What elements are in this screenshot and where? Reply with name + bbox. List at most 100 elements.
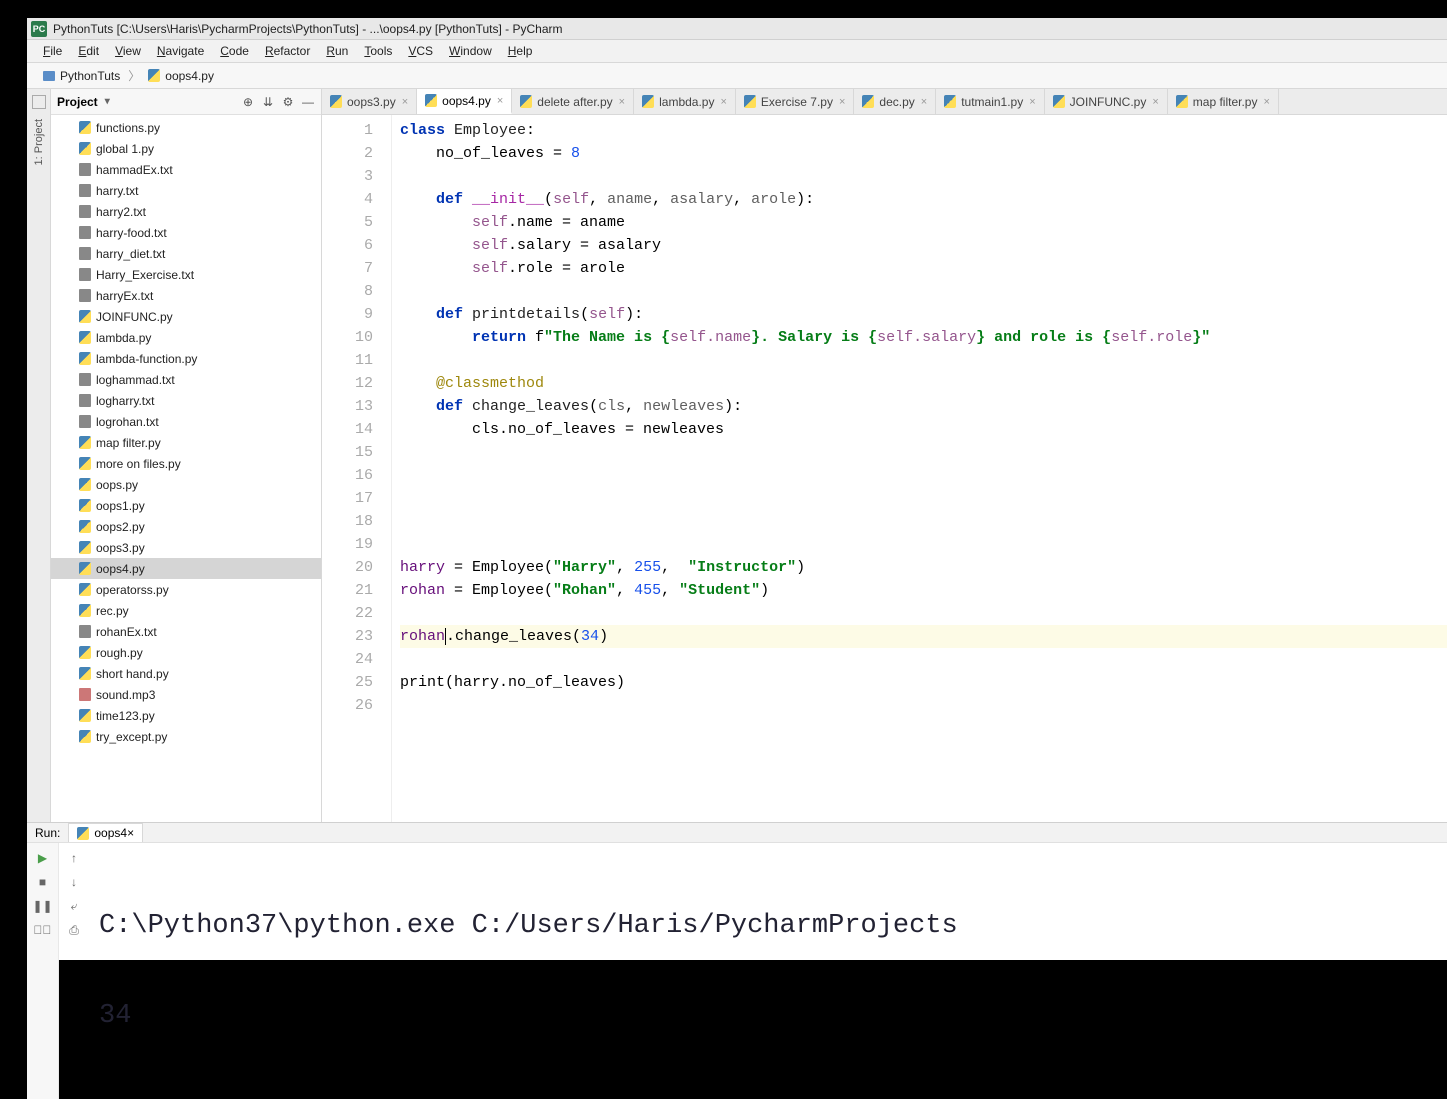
code-line[interactable]: self.role = arole [400, 257, 1447, 280]
tree-item[interactable]: oops3.py [51, 537, 321, 558]
editor-tab[interactable]: lambda.py× [634, 89, 736, 114]
tree-item[interactable]: harry2.txt [51, 201, 321, 222]
code-line[interactable]: harry = Employee("Harry", 255, "Instruct… [400, 556, 1447, 579]
hide-icon[interactable]: — [301, 95, 315, 109]
code-line[interactable]: def change_leaves(cls, newleaves): [400, 395, 1447, 418]
code-line[interactable]: def __init__(self, aname, asalary, arole… [400, 188, 1447, 211]
code-line[interactable] [400, 510, 1447, 533]
menu-navigate[interactable]: Navigate [149, 42, 212, 60]
tree-item[interactable]: lambda.py [51, 327, 321, 348]
code-line[interactable] [400, 533, 1447, 556]
editor-tab[interactable]: delete after.py× [512, 89, 634, 114]
chevron-down-icon[interactable]: ▾ [105, 96, 110, 107]
code-line[interactable]: no_of_leaves = 8 [400, 142, 1447, 165]
breadcrumb-project[interactable]: PythonTuts [37, 67, 126, 85]
collapse-icon[interactable]: ⇊ [261, 95, 275, 109]
stop-button[interactable]: ■ [34, 873, 52, 891]
tree-item[interactable]: functions.py [51, 117, 321, 138]
menu-window[interactable]: Window [441, 42, 500, 60]
close-icon[interactable]: × [839, 96, 845, 108]
menu-tools[interactable]: Tools [356, 42, 400, 60]
menu-vcs[interactable]: VCS [400, 42, 441, 60]
editor-tab[interactable]: JOINFUNC.py× [1045, 89, 1168, 114]
tree-item[interactable]: rohanEx.txt [51, 621, 321, 642]
code-line[interactable] [400, 280, 1447, 303]
code-line[interactable]: self.salary = asalary [400, 234, 1447, 257]
tree-item[interactable]: harry_diet.txt [51, 243, 321, 264]
pause-button[interactable]: ❚❚ [34, 897, 52, 915]
menu-run[interactable]: Run [318, 42, 356, 60]
editor-tab[interactable]: oops4.py× [417, 89, 512, 114]
editor-tab[interactable]: dec.py× [854, 89, 936, 114]
tree-item[interactable]: hammadEx.txt [51, 159, 321, 180]
code-line[interactable] [400, 349, 1447, 372]
code-line[interactable]: self.name = aname [400, 211, 1447, 234]
close-icon[interactable]: × [1029, 96, 1035, 108]
code-line[interactable] [400, 694, 1447, 717]
code-line[interactable]: rohan.change_leaves(34) [400, 625, 1447, 648]
tree-item[interactable]: sound.mp3 [51, 684, 321, 705]
tree-item[interactable]: logharry.txt [51, 390, 321, 411]
down-arrow-icon[interactable]: ↓ [65, 873, 83, 891]
rerun-button[interactable]: ▶ [34, 849, 52, 867]
menu-code[interactable]: Code [212, 42, 257, 60]
print-icon[interactable]: ⎙ [65, 921, 83, 939]
close-icon[interactable]: × [619, 96, 625, 108]
tree-item[interactable]: logrohan.txt [51, 411, 321, 432]
menu-edit[interactable]: Edit [70, 42, 107, 60]
tree-item[interactable]: map filter.py [51, 432, 321, 453]
close-icon[interactable]: × [497, 95, 503, 107]
editor-tab[interactable]: tutmain1.py× [936, 89, 1044, 114]
menu-help[interactable]: Help [500, 42, 541, 60]
tree-item[interactable]: try_except.py [51, 726, 321, 747]
tree-item[interactable]: rec.py [51, 600, 321, 621]
editor-tab[interactable]: oops3.py× [322, 89, 417, 114]
close-icon[interactable]: × [1152, 96, 1158, 108]
code-content[interactable]: class Employee: no_of_leaves = 8 def __i… [392, 115, 1447, 822]
tree-item[interactable]: lambda-function.py [51, 348, 321, 369]
gear-icon[interactable]: ⚙ [281, 95, 295, 109]
breadcrumb-file[interactable]: oops4.py [142, 67, 220, 85]
code-line[interactable]: def printdetails(self): [400, 303, 1447, 326]
code-line[interactable] [400, 602, 1447, 625]
code-line[interactable]: print(harry.no_of_leaves) [400, 671, 1447, 694]
tree-item[interactable]: loghammad.txt [51, 369, 321, 390]
menu-refactor[interactable]: Refactor [257, 42, 318, 60]
editor-tab[interactable]: map filter.py× [1168, 89, 1279, 114]
code-line[interactable] [400, 487, 1447, 510]
run-output[interactable]: C:\Python37\python.exe C:/Users/Haris/Py… [89, 843, 1447, 1099]
close-icon[interactable]: × [720, 96, 726, 108]
code-line[interactable] [400, 165, 1447, 188]
tree-item[interactable]: harry-food.txt [51, 222, 321, 243]
close-icon[interactable]: × [1263, 96, 1269, 108]
editor-tab[interactable]: Exercise 7.py× [736, 89, 854, 114]
tree-item[interactable]: harry.txt [51, 180, 321, 201]
tree-item[interactable]: rough.py [51, 642, 321, 663]
tree-item[interactable]: Harry_Exercise.txt [51, 264, 321, 285]
code-line[interactable]: @classmethod [400, 372, 1447, 395]
tree-item[interactable]: short hand.py [51, 663, 321, 684]
tree-item[interactable]: more on files.py [51, 453, 321, 474]
tree-item[interactable]: time123.py [51, 705, 321, 726]
tree-item[interactable]: global 1.py [51, 138, 321, 159]
rail-project-tab[interactable]: 1: Project [31, 113, 47, 171]
code-line[interactable] [400, 648, 1447, 671]
project-tree[interactable]: functions.pyglobal 1.pyhammadEx.txtharry… [51, 115, 321, 822]
close-icon[interactable]: × [127, 826, 134, 840]
code-line[interactable]: return f"The Name is {self.name}. Salary… [400, 326, 1447, 349]
menu-file[interactable]: File [35, 42, 70, 60]
menu-view[interactable]: View [107, 42, 149, 60]
up-arrow-icon[interactable]: ↑ [65, 849, 83, 867]
close-icon[interactable]: × [921, 96, 927, 108]
target-icon[interactable]: ⊕ [241, 95, 255, 109]
tree-item[interactable]: oops2.py [51, 516, 321, 537]
wrap-icon[interactable]: ⤶ [65, 897, 83, 915]
tree-item[interactable]: operatorss.py [51, 579, 321, 600]
tree-item[interactable]: harryEx.txt [51, 285, 321, 306]
tree-item[interactable]: JOINFUNC.py [51, 306, 321, 327]
exit-button[interactable]: �⃞ [34, 921, 52, 939]
rail-toggle-icon[interactable] [32, 95, 46, 109]
code-line[interactable]: rohan = Employee("Rohan", 455, "Student"… [400, 579, 1447, 602]
tree-item[interactable]: oops.py [51, 474, 321, 495]
close-icon[interactable]: × [402, 96, 408, 108]
